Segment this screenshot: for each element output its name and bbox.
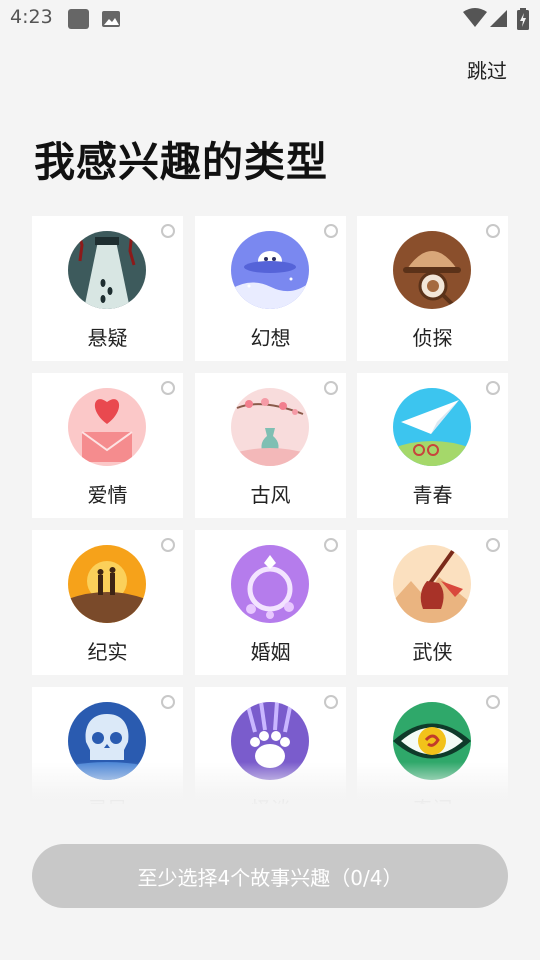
genre-card-fantasy[interactable]: 幻想 (195, 216, 346, 361)
selection-radio[interactable] (161, 538, 175, 552)
status-time: 4:23 (10, 6, 53, 28)
scroll-fade-overlay (32, 762, 508, 808)
selection-radio[interactable] (324, 224, 338, 238)
genre-label: 悬疑 (87, 326, 128, 350)
selection-radio[interactable] (324, 538, 338, 552)
genre-label: 纪实 (87, 640, 128, 664)
genre-label: 古风 (250, 483, 291, 507)
confirm-interests-button[interactable]: 至少选择4个故事兴趣（0/4） (32, 844, 508, 908)
ufo-fantasy-icon (231, 231, 309, 309)
paper-plane-icon (393, 388, 471, 466)
wifi-icon (463, 8, 487, 27)
genre-card-suspense[interactable]: 悬疑 (32, 216, 183, 361)
image-notification-icon (102, 11, 120, 27)
selection-radio[interactable] (486, 695, 500, 709)
skip-button[interactable]: 跳过 (467, 55, 507, 84)
selection-radio[interactable] (324, 695, 338, 709)
genre-label: 青春 (412, 483, 453, 507)
selection-radio[interactable] (161, 381, 175, 395)
genre-card-detective[interactable]: 侦探 (357, 216, 508, 361)
selection-radio[interactable] (161, 224, 175, 238)
genre-label: 武侠 (412, 640, 453, 664)
genre-label: 爱情 (87, 483, 128, 507)
heart-love-icon (68, 388, 146, 466)
genre-card-marriage[interactable]: 婚姻 (195, 530, 346, 675)
cellular-signal-icon (490, 10, 507, 27)
genre-grid: 悬疑 幻想 侦探 爱情 古风 青春 纪实 婚姻 武侠 (32, 216, 508, 804)
selection-radio[interactable] (161, 695, 175, 709)
genre-card-youth[interactable]: 青春 (357, 373, 508, 518)
genre-card-documentary[interactable]: 纪实 (32, 530, 183, 675)
page-title: 我感兴趣的类型 (34, 138, 328, 186)
genre-card-ancient[interactable]: 古风 (195, 373, 346, 518)
selection-radio[interactable] (486, 538, 500, 552)
app-notification-icon (68, 9, 89, 29)
sunset-people-icon (68, 545, 146, 623)
suspense-icon (68, 231, 146, 309)
status-bar: 4:23 (0, 0, 540, 36)
genre-label: 婚姻 (250, 640, 291, 664)
detective-hat-icon (393, 231, 471, 309)
selection-radio[interactable] (486, 381, 500, 395)
sword-icon (393, 545, 471, 623)
blossom-vase-icon (231, 388, 309, 466)
ring-icon (231, 545, 309, 623)
genre-card-romance[interactable]: 爱情 (32, 373, 183, 518)
selection-radio[interactable] (486, 224, 500, 238)
genre-label: 幻想 (250, 326, 291, 350)
genre-label: 侦探 (412, 326, 453, 350)
genre-card-martial-arts[interactable]: 武侠 (357, 530, 508, 675)
battery-icon (517, 8, 529, 30)
selection-radio[interactable] (324, 381, 338, 395)
